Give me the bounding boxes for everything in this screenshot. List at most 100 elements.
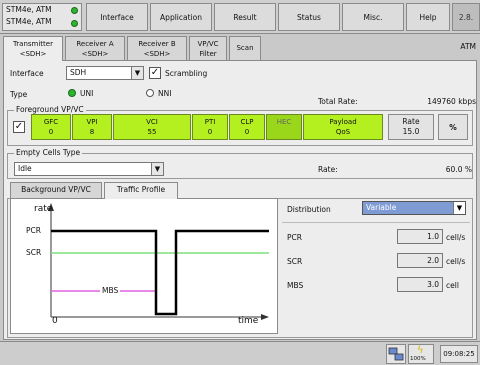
subtab-vpvc-filter[interactable]: VP/VC Filter bbox=[189, 36, 227, 60]
tab-interface[interactable]: Interface bbox=[86, 3, 148, 31]
foreground-rate-label: Rate bbox=[402, 117, 420, 126]
scr-value-input[interactable]: 2.0 bbox=[397, 253, 443, 268]
graph-scr-label: SCR bbox=[26, 248, 42, 257]
payload-field[interactable]: Payload QoS bbox=[303, 114, 383, 140]
subtab-scan[interactable]: Scan bbox=[229, 36, 261, 60]
clp-field-name: CLP bbox=[240, 118, 254, 126]
interface-select-value: SDH bbox=[70, 68, 87, 77]
battery-level: 100% bbox=[410, 356, 426, 362]
vpi-field-name: VPI bbox=[86, 118, 98, 126]
total-rate-value: 149760 kbps bbox=[427, 97, 476, 106]
clock: 09:08:25 bbox=[440, 345, 478, 363]
total-rate-label: Total Rate: bbox=[318, 97, 358, 106]
payload-field-name: Payload bbox=[329, 118, 357, 126]
tab-traffic-profile[interactable]: Traffic Profile bbox=[104, 182, 178, 199]
mode-label: ATM bbox=[460, 42, 476, 51]
empty-cells-select-value: Idle bbox=[18, 164, 32, 173]
foreground-title: Foreground VP/VC bbox=[14, 105, 86, 114]
foreground-rate-box[interactable]: Rate 15.0 bbox=[388, 114, 434, 140]
foreground-rate-value: 15.0 bbox=[402, 127, 420, 136]
scrambling-checkbox[interactable]: ✓ bbox=[149, 67, 161, 79]
foreground-checkbox[interactable]: ✓ bbox=[13, 121, 25, 133]
hec-field-name: HEC bbox=[276, 118, 292, 126]
empty-cells-select[interactable]: Idle ▼ bbox=[14, 162, 164, 176]
type-label: Type bbox=[10, 90, 28, 99]
port-2-status-icon bbox=[71, 20, 78, 27]
subtab-transmitter[interactable]: Transmitter <SDH> bbox=[3, 36, 63, 61]
graph-origin-label: 0 bbox=[52, 316, 58, 326]
vci-field-value: 55 bbox=[147, 128, 157, 136]
graph-pcr-label: PCR bbox=[26, 226, 41, 235]
empty-cells-rate-label: Rate: bbox=[318, 165, 338, 174]
mbs-unit: cell bbox=[446, 281, 459, 290]
clp-field[interactable]: CLP 0 bbox=[229, 114, 265, 140]
x-axis-arrow-icon bbox=[261, 314, 269, 320]
pti-field-name: PTI bbox=[204, 118, 216, 126]
tab-help[interactable]: Help bbox=[406, 3, 450, 31]
empty-cells-rate-value: 60.0 % bbox=[445, 165, 472, 174]
pcr-profile-line bbox=[51, 229, 269, 316]
type-uni-label: UNI bbox=[80, 89, 94, 98]
mbs-value-input[interactable]: 3.0 bbox=[397, 277, 443, 292]
subtab-receiver-a[interactable]: Receiver A <SDH> bbox=[65, 36, 125, 60]
subtab-vpvc-filter-sub: Filter bbox=[199, 50, 217, 58]
distribution-select[interactable]: Variable ▼ bbox=[362, 201, 466, 215]
port-label-1: STM4e, ATM bbox=[6, 5, 52, 14]
traffic-profile-svg bbox=[48, 203, 269, 320]
gfc-field-value: 0 bbox=[48, 128, 54, 136]
subtab-vpvc-filter-label: VP/VC bbox=[197, 40, 219, 48]
port-selector[interactable]: STM4e, ATM STM4e, ATM bbox=[2, 3, 82, 31]
type-uni-radio[interactable] bbox=[68, 89, 76, 97]
gfc-field[interactable]: GFC 0 bbox=[31, 114, 71, 140]
subtab-receiver-a-sub: <SDH> bbox=[81, 50, 109, 58]
type-nni-radio[interactable] bbox=[146, 89, 154, 97]
subtab-receiver-a-label: Receiver A bbox=[76, 40, 114, 48]
interface-select[interactable]: SDH ▼ bbox=[66, 66, 144, 80]
graph-x-label: time bbox=[238, 316, 259, 326]
payload-field-value: QoS bbox=[335, 128, 351, 136]
subtab-transmitter-sub: <SDH> bbox=[19, 50, 47, 58]
chevron-down-icon: ▼ bbox=[131, 67, 143, 79]
pcr-param-label: PCR bbox=[287, 233, 302, 242]
tab-misc[interactable]: Misc. bbox=[342, 3, 404, 31]
distribution-select-value: Variable bbox=[366, 203, 397, 212]
tab-background-vpvc[interactable]: Background VP/VC bbox=[10, 182, 102, 198]
network-icon[interactable] bbox=[386, 344, 406, 364]
vpi-field[interactable]: VPI 8 bbox=[72, 114, 112, 140]
pti-field[interactable]: PTI 0 bbox=[192, 114, 228, 140]
subtab-receiver-b[interactable]: Receiver B <SDH> bbox=[127, 36, 187, 60]
tab-application[interactable]: Application bbox=[150, 3, 212, 31]
graph-y-label: rate bbox=[34, 204, 53, 214]
port-1-status-icon bbox=[71, 7, 78, 14]
graph-mbs-label: MBS bbox=[100, 286, 121, 295]
tab-version[interactable]: 2.8. bbox=[452, 3, 480, 31]
tab-status[interactable]: Status bbox=[278, 3, 340, 31]
rate-unit-button[interactable]: % bbox=[438, 114, 468, 140]
divider bbox=[282, 222, 470, 223]
subtab-receiver-b-label: Receiver B bbox=[138, 40, 176, 48]
subtab-transmitter-label: Transmitter bbox=[13, 40, 53, 48]
interface-label: Interface bbox=[10, 69, 44, 78]
mbs-param-label: MBS bbox=[287, 281, 304, 290]
type-nni-label: NNI bbox=[158, 89, 172, 98]
gfc-field-name: GFC bbox=[43, 118, 59, 126]
chevron-down-icon: ▼ bbox=[151, 163, 163, 175]
pti-field-value: 0 bbox=[207, 128, 213, 136]
traffic-profile-graph bbox=[10, 198, 278, 334]
scrambling-label: Scrambling bbox=[165, 69, 208, 78]
pcr-unit: cell/s bbox=[446, 233, 466, 242]
tab-result[interactable]: Result bbox=[214, 3, 276, 31]
vci-field[interactable]: VCI 55 bbox=[113, 114, 191, 140]
top-tab-bar: STM4e, ATM STM4e, ATM Interface Applicat… bbox=[0, 0, 480, 34]
port-label-2: STM4e, ATM bbox=[6, 17, 52, 26]
subtab-receiver-b-sub: <SDH> bbox=[143, 50, 171, 58]
distribution-label: Distribution bbox=[287, 205, 331, 214]
vci-field-name: VCI bbox=[146, 118, 158, 126]
empty-cells-title: Empty Cells Type bbox=[14, 148, 83, 157]
scr-unit: cell/s bbox=[446, 257, 466, 266]
scr-param-label: SCR bbox=[287, 257, 303, 266]
battery-icon: ϟ 100% bbox=[408, 344, 434, 364]
chevron-down-icon: ▼ bbox=[453, 202, 465, 214]
pcr-value-input[interactable]: 1.0 bbox=[397, 229, 443, 244]
subtab-scan-label: Scan bbox=[236, 44, 254, 52]
